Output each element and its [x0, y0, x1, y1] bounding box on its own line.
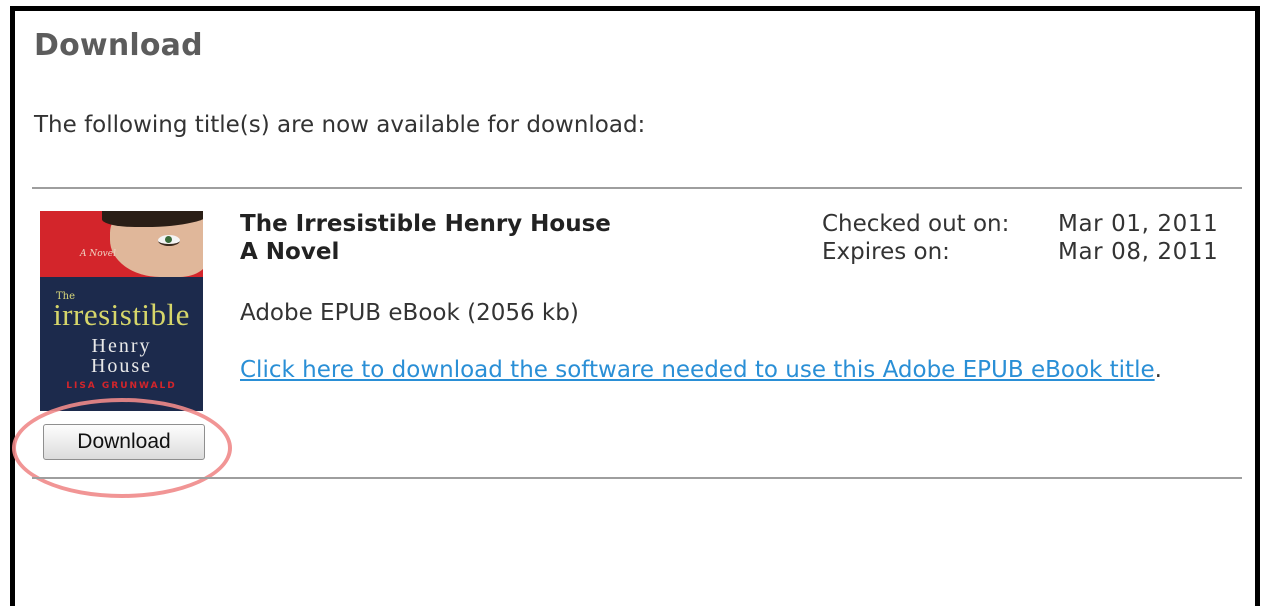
software-download-link[interactable]: Click here to download the software need…	[240, 357, 1155, 383]
book-cover: A Novel The irresistible Henry House LIS…	[40, 211, 203, 411]
checked-out-value: Mar 01, 2011	[1058, 211, 1219, 237]
book-title: The Irresistible Henry House	[240, 211, 611, 237]
expires-row: Expires on: Mar 08, 2011	[822, 238, 1242, 266]
loan-dates: Checked out on: Mar 01, 2011 Expires on:…	[822, 210, 1242, 266]
book-subtitle: A Novel	[240, 239, 340, 265]
cover-author: LISA GRUNWALD	[66, 381, 177, 391]
divider-top	[32, 187, 1242, 189]
cover-small-text: A Novel	[80, 249, 116, 259]
expires-label: Expires on:	[822, 239, 950, 265]
cover-eye	[158, 235, 180, 246]
page-title: Download	[34, 28, 203, 63]
divider-bottom	[32, 477, 1242, 479]
software-link-suffix: .	[1154, 357, 1162, 383]
book-format: Adobe EPUB eBook (2056 kb)	[240, 300, 579, 326]
download-button[interactable]: Download	[43, 424, 205, 460]
checked-out-label: Checked out on:	[822, 211, 1010, 237]
intro-text: The following title(s) are now available…	[34, 112, 646, 138]
cover-word-irresistible: irresistible	[53, 297, 190, 332]
cover-word-house: House	[90, 355, 153, 377]
software-note: Click here to download the software need…	[240, 356, 1240, 384]
checked-out-row: Checked out on: Mar 01, 2011	[822, 210, 1242, 238]
expires-value: Mar 08, 2011	[1058, 239, 1219, 265]
